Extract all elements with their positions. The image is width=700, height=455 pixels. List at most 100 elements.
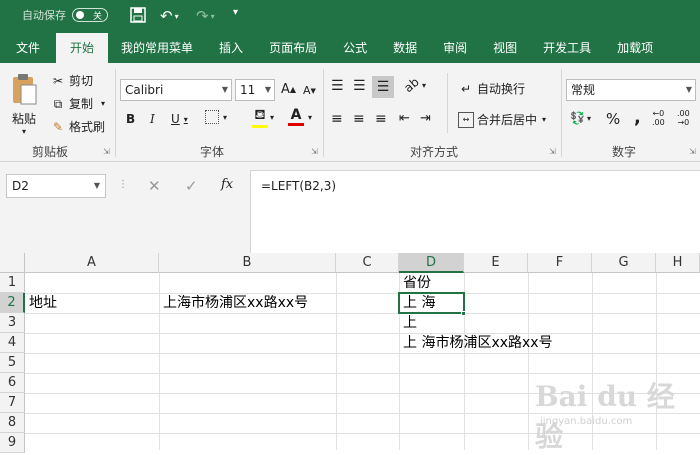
paste-dropdown-icon[interactable]: ▾ xyxy=(22,127,26,136)
border-button[interactable]: ▾ xyxy=(205,110,227,124)
row-header-5[interactable]: 5 xyxy=(0,353,25,373)
orientation-button[interactable]: ab ▾ xyxy=(401,75,426,95)
tab-my-menu[interactable]: 我的常用菜单 xyxy=(108,33,206,63)
redo-icon[interactable]: ↷ ▾ xyxy=(196,7,215,25)
align-right-icon: ≡ xyxy=(375,111,387,127)
tab-developer[interactable]: 开发工具 xyxy=(530,33,604,63)
alignment-launcher-icon[interactable]: ⇲ xyxy=(549,147,556,156)
underline-label: U xyxy=(171,112,180,126)
align-top-button[interactable]: ☰ xyxy=(331,78,344,94)
insert-function-button[interactable]: fx xyxy=(221,177,233,192)
decrease-indent-button[interactable]: ⇤ xyxy=(399,111,410,126)
paste-button[interactable]: 粘贴 ▾ xyxy=(10,73,38,136)
grow-font-button[interactable]: A ▲ xyxy=(281,82,296,97)
row-header-6[interactable]: 6 xyxy=(0,373,25,393)
format-painter-button[interactable]: ✎ 格式刷 xyxy=(50,118,105,135)
watermark-logo: Bai du 经验 xyxy=(535,380,675,453)
cell-a2[interactable]: 地址 xyxy=(25,293,57,313)
name-box[interactable]: D2 ▼ xyxy=(6,174,106,198)
align-left-button[interactable]: ≡ xyxy=(331,111,343,127)
column-header-c[interactable]: C xyxy=(336,253,399,273)
comma-label: , xyxy=(634,107,641,128)
column-header-e[interactable]: E xyxy=(464,253,528,273)
number-format-select[interactable]: 常规 ▼ xyxy=(566,79,696,101)
row-header-4[interactable]: 4 xyxy=(0,333,25,353)
row-header-2[interactable]: 2 xyxy=(0,293,25,313)
font-color-dropdown-icon[interactable]: ▾ xyxy=(308,113,312,122)
bold-label: B xyxy=(126,112,136,126)
clipboard-launcher-icon[interactable]: ⇲ xyxy=(103,147,110,156)
number-launcher-icon[interactable]: ⇲ xyxy=(689,147,696,156)
increase-decimal-button[interactable]: ←0.00 xyxy=(652,109,665,127)
align-center-button[interactable]: ≡ xyxy=(353,111,365,127)
merge-center-button[interactable]: ↔ 合并后居中 ▾ xyxy=(458,111,546,128)
tab-review[interactable]: 审阅 xyxy=(430,33,480,63)
format-painter-label: 格式刷 xyxy=(69,120,106,134)
ribbon: 粘贴 ▾ ✂ 剪切 ⧉ 复制 ▾ ✎ 格式刷 剪贴板 ⇲ Calibri ▼ 11 ▼ A ▲… xyxy=(0,63,700,162)
tab-formulas[interactable]: 公式 xyxy=(330,33,380,63)
row-header-8[interactable]: 8 xyxy=(0,413,25,433)
autosave-toggle[interactable]: 关 xyxy=(72,8,108,22)
accounting-format-button[interactable]: 💱 ▾ xyxy=(570,111,591,125)
more-icon: ⋮ xyxy=(118,179,128,190)
gridline xyxy=(25,373,700,374)
tab-addins[interactable]: 加载项 xyxy=(604,33,666,63)
column-header-f[interactable]: F xyxy=(528,253,592,273)
cell-d4[interactable]: 上 海市杨浦区xx路xx号 xyxy=(399,333,553,353)
copy-button[interactable]: ⧉ 复制 ▾ xyxy=(50,95,105,112)
column-header-d[interactable]: D xyxy=(399,253,464,273)
increase-indent-button[interactable]: ⇥ xyxy=(420,111,431,126)
ribbon-tabs: 文件 开始 我的常用菜单 插入 页面布局 公式 数据 审阅 视图 开发工具 加载… xyxy=(0,33,700,63)
cancel-icon: ✕ xyxy=(148,177,161,195)
underline-button[interactable]: U ▾ xyxy=(171,112,188,126)
tab-data[interactable]: 数据 xyxy=(380,33,430,63)
font-color-button[interactable]: A xyxy=(288,107,304,126)
clipboard-group-label: 剪贴板 xyxy=(32,145,69,159)
row-header-9[interactable]: 9 xyxy=(0,433,25,453)
column-header-b[interactable]: B xyxy=(159,253,336,273)
font-name-select[interactable]: Calibri ▼ xyxy=(120,79,232,101)
align-bottom-button[interactable]: ☰ xyxy=(372,76,394,98)
cut-button[interactable]: ✂ 剪切 xyxy=(50,72,93,89)
cell-b2[interactable]: 上海市杨浦区xx路xx号 xyxy=(159,293,308,313)
align-center-icon: ≡ xyxy=(353,111,365,127)
customize-qat-icon[interactable]: ▾ xyxy=(233,7,238,18)
column-header-g[interactable]: G xyxy=(592,253,656,273)
tab-file[interactable]: 文件 xyxy=(0,33,56,63)
font-size-select[interactable]: 11 ▼ xyxy=(235,79,275,101)
undo-icon[interactable]: ↶ ▾ xyxy=(160,7,179,25)
grow-font-label: A xyxy=(281,82,290,97)
select-all-corner[interactable] xyxy=(0,253,25,273)
italic-button[interactable]: I xyxy=(150,112,155,126)
bold-button[interactable]: B xyxy=(126,112,135,126)
column-header-h[interactable]: H xyxy=(656,253,700,273)
column-header-a[interactable]: A xyxy=(25,253,159,273)
tab-page-layout[interactable]: 页面布局 xyxy=(256,33,330,63)
comma-button[interactable]: , xyxy=(634,107,641,128)
percent-button[interactable]: % xyxy=(606,110,620,128)
cell-d1[interactable]: 省份 xyxy=(399,273,431,293)
enter-formula-button[interactable]: ✓ xyxy=(185,177,198,195)
fill-color-button[interactable]: ⛾ xyxy=(252,107,268,128)
save-icon[interactable] xyxy=(130,7,146,23)
tab-view[interactable]: 视图 xyxy=(480,33,530,63)
tab-home[interactable]: 开始 xyxy=(56,33,109,63)
align-right-button[interactable]: ≡ xyxy=(375,111,387,127)
gridline xyxy=(25,293,700,294)
row-header-7[interactable]: 7 xyxy=(0,393,25,413)
cell-d3[interactable]: 上 xyxy=(399,313,417,333)
fill-color-dropdown-icon[interactable]: ▾ xyxy=(270,113,274,122)
row-header-3[interactable]: 3 xyxy=(0,313,25,333)
tab-insert[interactable]: 插入 xyxy=(206,33,256,63)
decrease-decimal-button[interactable]: .00 →0 xyxy=(677,109,690,127)
wrap-text-button[interactable]: ↵ 自动换行 xyxy=(458,80,525,97)
font-group-label: 字体 xyxy=(200,145,225,159)
fill-handle[interactable] xyxy=(461,311,466,316)
shrink-font-button[interactable]: A ▼ xyxy=(303,84,316,97)
cancel-formula-button[interactable]: ✕ xyxy=(148,177,161,195)
autosave[interactable]: 自动保存 关 xyxy=(22,7,108,23)
font-launcher-icon[interactable]: ⇲ xyxy=(311,147,318,156)
gridline xyxy=(25,353,700,354)
row-header-1[interactable]: 1 xyxy=(0,273,25,293)
align-middle-button[interactable]: ☰ xyxy=(353,78,366,94)
